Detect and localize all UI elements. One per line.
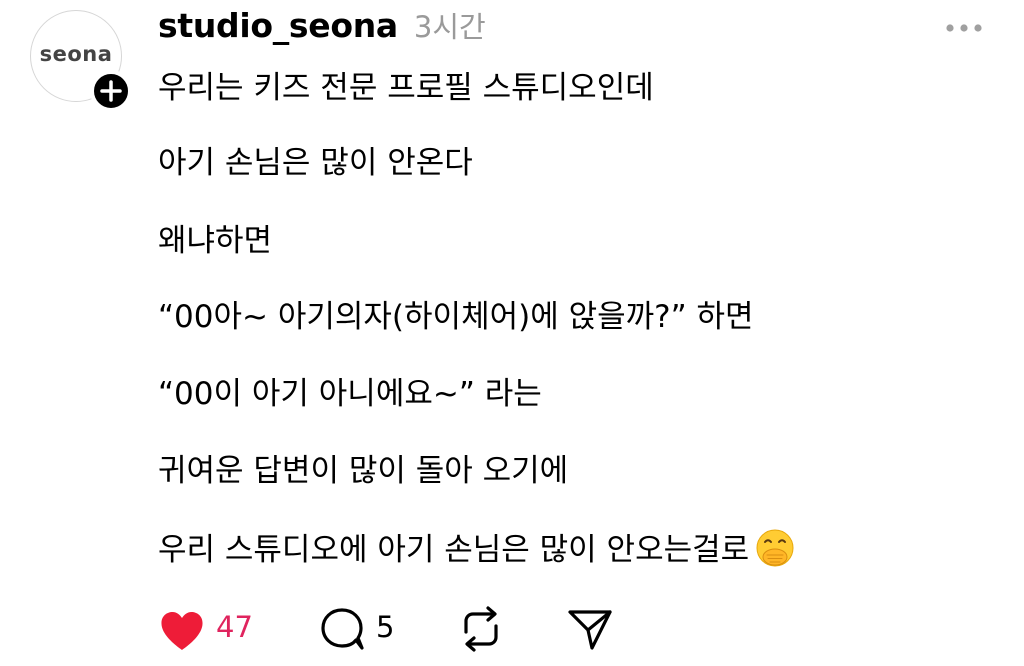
- timestamp: 3시간: [413, 10, 486, 44]
- like-count: 47: [216, 610, 253, 644]
- follow-button[interactable]: [90, 70, 132, 112]
- avatar-text: seona: [39, 42, 113, 66]
- repost-icon: [464, 606, 498, 652]
- repost-button[interactable]: [458, 606, 504, 652]
- like-button[interactable]: [158, 609, 206, 653]
- more-options-button[interactable]: [944, 20, 984, 34]
- username[interactable]: studio_seona: [158, 6, 398, 45]
- comment-bubble-icon: [321, 608, 364, 650]
- face-with-hand-over-mouth-icon: [756, 529, 794, 567]
- post-line: 우리 스튜디오에 아기 손님은 많이 안오는걸로: [158, 532, 750, 568]
- post-line: 우리는 키즈 전문 프로필 스튜디오인데: [158, 70, 654, 106]
- post-line: 왜냐하면: [158, 223, 273, 259]
- share-button[interactable]: [566, 606, 614, 652]
- post-line: “00이 아기 아니에요~” 라는: [158, 376, 542, 412]
- send-icon: [568, 610, 612, 650]
- post-header: studio_seona 3시간: [158, 4, 486, 50]
- avatar-container: seona: [30, 10, 132, 112]
- heart-icon: [161, 612, 203, 650]
- post-line: “00아~ 아기의자(하이체어)에 앉을까?” 하면: [158, 299, 754, 335]
- post-line-last: 우리 스튜디오에 아기 손님은 많이 안오는걸로: [158, 528, 795, 570]
- ellipsis-icon: [946, 24, 982, 32]
- reply-button[interactable]: [318, 606, 366, 652]
- reply-count: 5: [376, 610, 395, 644]
- post-line: 아기 손님은 많이 안온다: [158, 145, 473, 181]
- plus-icon: [100, 80, 122, 102]
- post-line: 귀여운 답변이 많이 돌아 오기에: [158, 453, 569, 489]
